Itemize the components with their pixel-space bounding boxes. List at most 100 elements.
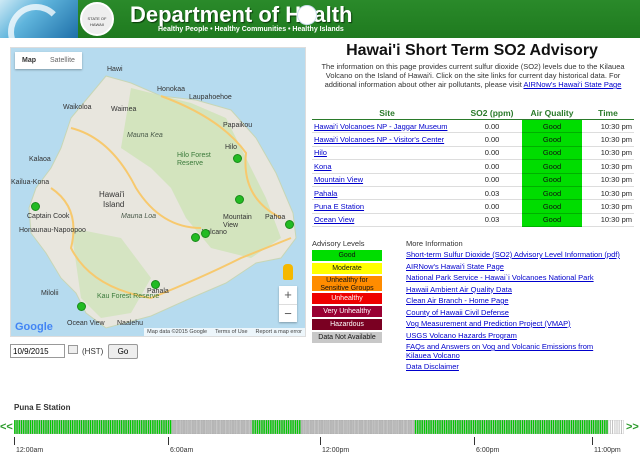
timeline-segment[interactable] — [363, 420, 366, 434]
timeline-segment[interactable] — [127, 420, 130, 434]
timeline-segment[interactable] — [269, 420, 272, 434]
info-link[interactable]: Hawaii Ambient Air Quality Data — [406, 285, 512, 294]
timeline-segment[interactable] — [321, 420, 324, 434]
timeline-segment[interactable] — [294, 420, 297, 434]
info-link[interactable]: Vog Measurement and Prediction Project (… — [406, 319, 571, 328]
timeline-segment[interactable] — [445, 420, 448, 434]
timeline-segment[interactable] — [171, 420, 174, 434]
timeline-segment[interactable] — [105, 420, 108, 434]
timeline-segment[interactable] — [136, 420, 139, 434]
timeline-segment[interactable] — [187, 420, 190, 434]
report-error-link[interactable]: Report a map error — [256, 329, 302, 335]
cell-site[interactable]: Ocean View — [312, 213, 462, 228]
timeline-segment[interactable] — [592, 420, 595, 434]
timeline-segment[interactable] — [223, 420, 226, 434]
timeline-segment[interactable] — [176, 420, 179, 434]
timeline-segment[interactable] — [583, 420, 586, 434]
timeline-prev-button[interactable]: << — [0, 421, 13, 433]
timeline-segment[interactable] — [140, 420, 143, 434]
info-link[interactable]: AIRNow's Hawai'i State Page — [406, 262, 504, 271]
timeline-segment[interactable] — [85, 420, 88, 434]
timeline-segment[interactable] — [218, 420, 221, 434]
timeline-segment[interactable] — [439, 420, 442, 434]
site-title[interactable]: Department of Health — [130, 2, 352, 28]
timeline-segment[interactable] — [80, 420, 83, 434]
timeline-segment[interactable] — [423, 420, 426, 434]
timeline-segment[interactable] — [372, 420, 375, 434]
timeline-segment[interactable] — [14, 420, 16, 434]
timeline-segment[interactable] — [209, 420, 212, 434]
timeline-segment[interactable] — [154, 420, 157, 434]
timeline-segment[interactable] — [483, 420, 486, 434]
timeline-segment[interactable] — [532, 420, 535, 434]
timeline-segment[interactable] — [227, 420, 230, 434]
timeline-segment[interactable] — [334, 420, 337, 434]
site-marker-mountain-view[interactable] — [235, 195, 244, 204]
timeline-segment[interactable] — [454, 420, 457, 434]
timeline-segment[interactable] — [122, 420, 125, 434]
timeline-segment[interactable] — [523, 420, 526, 434]
timeline-segment[interactable] — [510, 420, 513, 434]
cell-site[interactable]: Pahala — [312, 186, 462, 201]
timeline-segment[interactable] — [62, 420, 65, 434]
timeline-segment[interactable] — [425, 420, 428, 434]
timeline-segment[interactable] — [107, 420, 110, 434]
timeline-segment[interactable] — [111, 420, 114, 434]
timeline-segment[interactable] — [559, 420, 562, 434]
timeline-segment[interactable] — [461, 420, 464, 434]
timeline-segment[interactable] — [378, 420, 381, 434]
timeline-segment[interactable] — [552, 420, 555, 434]
timeline-segment[interactable] — [254, 420, 257, 434]
timeline-segment[interactable] — [169, 420, 172, 434]
timeline-segment[interactable] — [203, 420, 206, 434]
timeline-segment[interactable] — [69, 420, 72, 434]
timeline-segment[interactable] — [474, 420, 477, 434]
timeline-segment[interactable] — [543, 420, 546, 434]
timeline-segment[interactable] — [499, 420, 502, 434]
timeline-segment[interactable] — [225, 420, 228, 434]
timeline-segment[interactable] — [22, 420, 25, 434]
timeline-segment[interactable] — [42, 420, 45, 434]
timeline-segment[interactable] — [434, 420, 437, 434]
timeline-segment[interactable] — [354, 420, 357, 434]
timeline-segment[interactable] — [390, 420, 393, 434]
timeline-segment[interactable] — [508, 420, 511, 434]
timeline-segment[interactable] — [160, 420, 163, 434]
timeline-segment[interactable] — [96, 420, 99, 434]
timeline-segment[interactable] — [183, 420, 185, 434]
timeline-segment[interactable] — [76, 420, 79, 434]
timeline-segment[interactable] — [594, 420, 597, 434]
timeline-segment[interactable] — [296, 420, 299, 434]
timeline-segment[interactable] — [472, 420, 475, 434]
timeline-segment[interactable] — [347, 420, 350, 434]
timeline-segment[interactable] — [276, 420, 279, 434]
timeline-segment[interactable] — [419, 420, 421, 434]
timeline-segment[interactable] — [528, 420, 531, 434]
timeline-segment[interactable] — [586, 420, 588, 434]
timeline-segment[interactable] — [514, 420, 517, 434]
timeline-segment[interactable] — [570, 420, 573, 434]
airnow-link[interactable]: AIRNow's Hawai'i State Page — [523, 80, 621, 89]
timeline-segment[interactable] — [327, 420, 330, 434]
timeline-segment[interactable] — [374, 420, 377, 434]
timeline-segment[interactable] — [503, 420, 506, 434]
timeline-segment[interactable] — [305, 420, 308, 434]
timeline-segment[interactable] — [410, 420, 413, 434]
timeline-segment[interactable] — [125, 420, 128, 434]
timeline-segment[interactable] — [102, 420, 105, 434]
timeline-segment[interactable] — [298, 420, 301, 434]
timeline-segment[interactable] — [189, 420, 192, 434]
google-logo[interactable]: Google — [15, 321, 53, 333]
timeline-segment[interactable] — [398, 420, 401, 434]
timeline-segment[interactable] — [621, 420, 624, 434]
timeline-segment[interactable] — [332, 420, 335, 434]
timeline-segment[interactable] — [240, 420, 243, 434]
timeline-segment[interactable] — [49, 420, 52, 434]
timeline-segment[interactable] — [367, 420, 370, 434]
timeline-segment[interactable] — [98, 420, 101, 434]
timeline-segment[interactable] — [194, 420, 197, 434]
timeline-segment[interactable] — [599, 420, 602, 434]
timeline-segment[interactable] — [178, 420, 181, 434]
timeline-segment[interactable] — [407, 420, 410, 434]
site-marker-pahala[interactable] — [151, 280, 160, 289]
